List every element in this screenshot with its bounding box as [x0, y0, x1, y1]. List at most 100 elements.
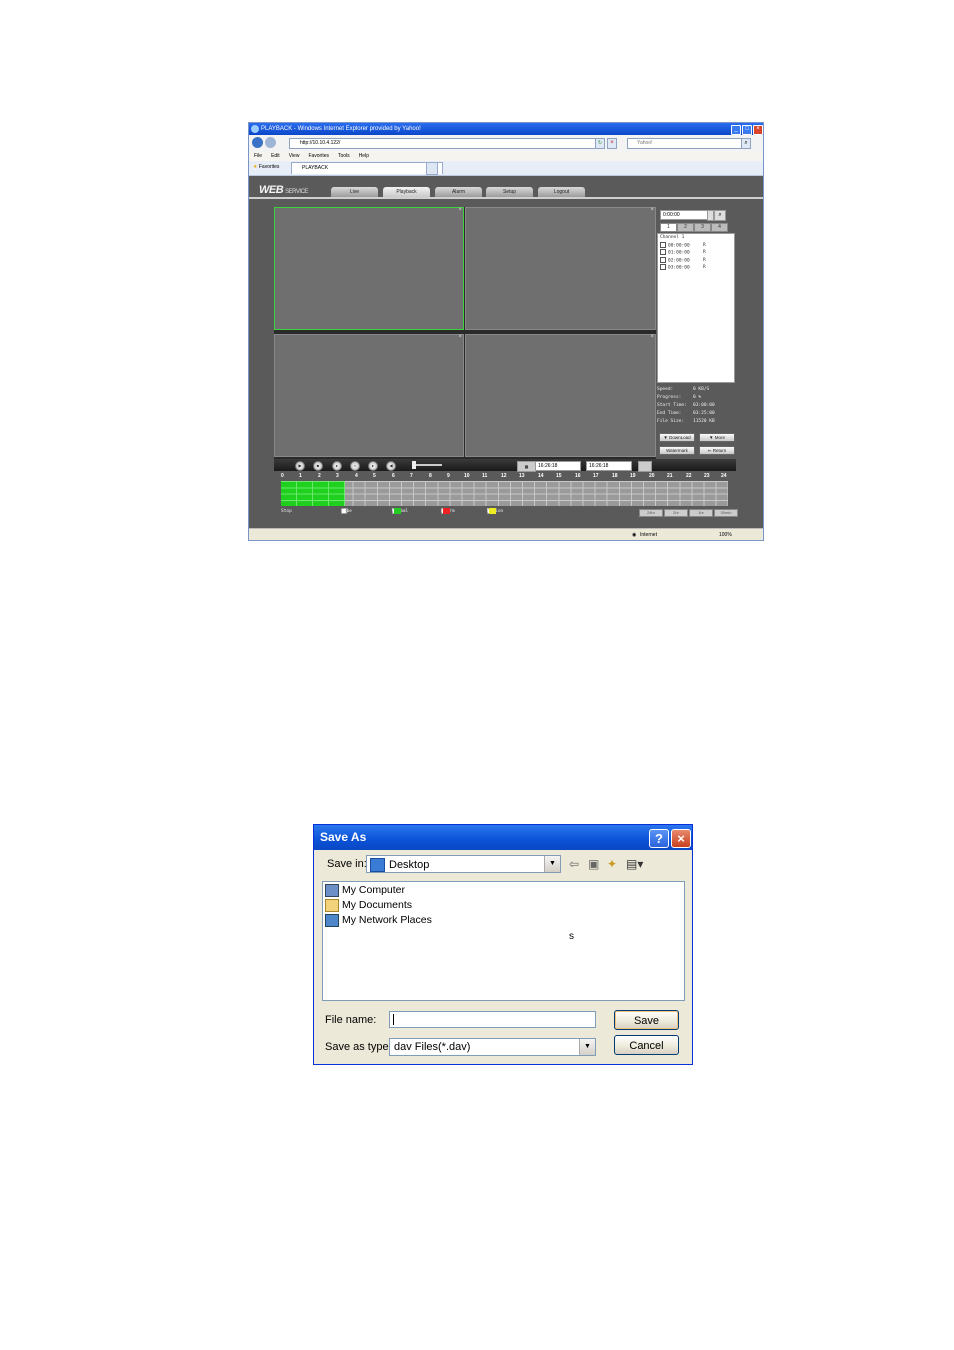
nav-alarm[interactable]: Alarm	[435, 187, 482, 197]
info-row: End Time: 03:25:00	[657, 410, 739, 418]
stop-icon[interactable]: ×	[607, 138, 617, 149]
file-type: R	[703, 250, 706, 255]
slow-icon[interactable]: ▸	[332, 461, 342, 471]
list-item[interactable]: My Computer	[325, 883, 405, 897]
nav-live[interactable]: Live	[331, 187, 378, 197]
step-icon[interactable]: ▸	[368, 461, 378, 471]
close-icon[interactable]: ×	[458, 207, 462, 213]
zoom-24hr-button[interactable]: 24hr	[639, 509, 663, 517]
close-icon[interactable]: ×	[458, 334, 462, 340]
new-tab-button[interactable]	[426, 162, 438, 175]
nav-logout[interactable]: Logout	[538, 187, 585, 197]
new-folder-icon[interactable]: ✦	[607, 856, 617, 872]
zoom-level[interactable]: 100%	[719, 529, 732, 540]
more-button[interactable]: ▼ More	[699, 433, 735, 442]
channel-tab-4[interactable]: 4	[711, 223, 728, 232]
list-item[interactable]: My Network Places	[325, 913, 432, 927]
up-folder-icon[interactable]: ▣	[588, 856, 599, 872]
volume-slider[interactable]	[412, 464, 442, 466]
dialog-title: Save As	[320, 830, 367, 844]
fast-icon[interactable]: »	[350, 461, 360, 471]
download-button[interactable]: ▼ DownLoad	[659, 433, 695, 442]
watermark-button[interactable]: Watermark	[659, 446, 695, 455]
hour-label: 4	[355, 473, 358, 479]
file-checkbox[interactable]	[660, 256, 666, 263]
video-pane-4[interactable]: ×	[465, 334, 656, 457]
tab-playback[interactable]: PLAYBACK	[291, 162, 443, 174]
back-arrow-icon[interactable]: ⇦	[569, 856, 579, 872]
motion-swatch	[489, 508, 496, 514]
menu-help[interactable]: Help	[359, 153, 369, 159]
volume-icon[interactable]: ◀	[386, 461, 396, 471]
menu-bar: File Edit View Favorites Tools Help	[249, 152, 763, 161]
chevron-down-icon[interactable]: ▼	[544, 856, 560, 872]
hour-label: 24	[721, 473, 727, 479]
save-button[interactable]: Save	[614, 1010, 679, 1030]
search-input[interactable]: Yahoo!	[627, 138, 750, 149]
stop-icon[interactable]: ■	[313, 461, 323, 471]
play-icon[interactable]: ▶	[295, 461, 305, 471]
view-menu-icon[interactable]: ▤▾	[626, 856, 643, 872]
clip-end-input[interactable]: 16:26:18	[586, 461, 632, 471]
close-icon[interactable]: ×	[650, 334, 654, 340]
zoom-2hr-button[interactable]: 2hr	[664, 509, 688, 517]
forward-icon[interactable]	[265, 137, 276, 148]
channel-tab-3[interactable]: 3	[694, 223, 711, 232]
close-icon[interactable]: ×	[671, 829, 691, 848]
browser-window: PLAYBACK - Windows Internet Explorer pro…	[248, 122, 764, 541]
nav-setup[interactable]: Setup	[486, 187, 533, 197]
favorites-button[interactable]: ★ Favorites	[253, 164, 279, 170]
logo-main: WEB	[259, 184, 284, 196]
save-clip-icon[interactable]	[638, 461, 652, 472]
cancel-button[interactable]: Cancel	[614, 1035, 679, 1055]
nav-playback[interactable]: Playback	[383, 187, 430, 197]
address-bar-row: http://10.10.4.122/ ↻ × Yahoo! ⌕	[249, 135, 763, 152]
filename-input[interactable]	[389, 1011, 596, 1028]
close-icon[interactable]: ×	[650, 207, 654, 213]
help-icon[interactable]: ?	[649, 829, 669, 848]
zoom-30min-button[interactable]: 30min	[714, 509, 738, 517]
maximize-icon[interactable]: □	[742, 125, 752, 135]
list-item[interactable]: 02:00:00 R	[658, 256, 734, 265]
file-checkbox[interactable]	[660, 249, 666, 255]
menu-edit[interactable]: Edit	[271, 153, 280, 159]
channel-tab-1[interactable]: 1	[660, 223, 677, 232]
channel-tab-2[interactable]: 2	[677, 223, 694, 232]
clip-start-input[interactable]: 16:26:18	[535, 461, 581, 471]
volume-slider-handle[interactable]	[412, 461, 416, 469]
zoom-1hr-button[interactable]: 1hr	[689, 509, 713, 517]
time-spinner[interactable]	[707, 210, 714, 221]
timeline-recorded-normal[interactable]	[281, 481, 345, 506]
return-button[interactable]: ⇐ Return	[699, 446, 735, 455]
list-item[interactable]: 03:00:00 R	[658, 264, 734, 272]
file-checkbox[interactable]	[660, 264, 666, 270]
video-pane-2[interactable]: ×	[465, 207, 656, 330]
file-type: R	[703, 265, 706, 270]
file-checkbox[interactable]	[660, 241, 666, 248]
save-in-select[interactable]: Desktop ▼	[366, 855, 561, 873]
minimize-icon[interactable]: _	[731, 125, 741, 135]
list-item[interactable]: 01:00:00 R	[658, 249, 734, 257]
back-icon[interactable]	[252, 137, 263, 148]
info-value: 03:25:00	[693, 411, 715, 416]
search-icon[interactable]: ⌕	[714, 210, 726, 221]
menu-favorites[interactable]: Favorites	[308, 153, 329, 159]
list-item[interactable]: My Documents	[325, 898, 412, 912]
search-icon[interactable]: ⌕	[741, 138, 751, 149]
menu-file[interactable]: File	[254, 153, 262, 159]
calendar-icon[interactable]: ▦	[517, 461, 536, 472]
save-type-select[interactable]: dav Files(*.dav) ▼	[389, 1038, 596, 1056]
timeline-grid[interactable]	[281, 481, 728, 506]
refresh-icon[interactable]: ↻	[595, 138, 605, 149]
menu-tools[interactable]: Tools	[338, 153, 350, 159]
menu-view[interactable]: View	[289, 153, 300, 159]
close-icon[interactable]: ×	[753, 125, 763, 135]
video-pane-1[interactable]: ×	[274, 207, 464, 330]
chevron-down-icon[interactable]: ▼	[579, 1039, 595, 1055]
video-pane-3[interactable]: ×	[274, 334, 464, 457]
hour-label: 17	[593, 473, 599, 479]
list-item[interactable]: 00:00:00 R	[658, 241, 734, 250]
address-input[interactable]: http://10.10.4.122/	[289, 138, 601, 149]
search-time-input[interactable]: 0:00:00	[660, 210, 708, 220]
return-label: Return	[712, 448, 727, 453]
